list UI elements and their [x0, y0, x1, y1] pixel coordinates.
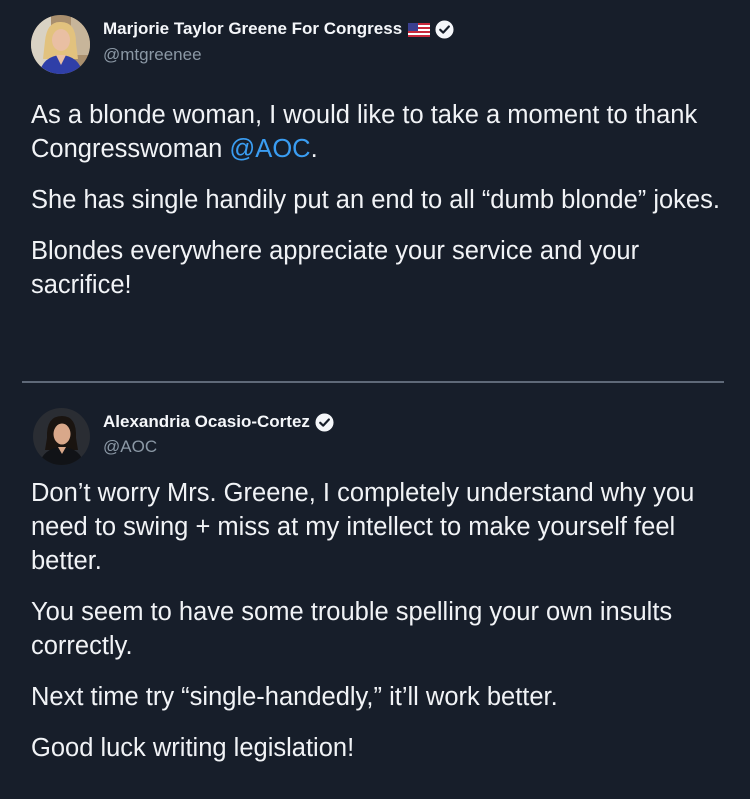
- tweet-body: Don’t worry Mrs. Greene, I completely un…: [31, 476, 721, 782]
- author-handle[interactable]: @AOC: [103, 437, 157, 457]
- author-name[interactable]: Alexandria Ocasio-Cortez: [103, 412, 310, 432]
- tweet-paragraph: Blondes everywhere appreciate your servi…: [31, 237, 640, 299]
- tweet-paragraph: You seem to have some trouble spelling y…: [31, 598, 673, 660]
- tweet-paragraph: Don’t worry Mrs. Greene, I completely un…: [31, 479, 695, 575]
- avatar[interactable]: [33, 408, 90, 465]
- divider: [22, 381, 724, 383]
- author-name[interactable]: Marjorie Taylor Greene For Congress: [103, 19, 402, 39]
- tweet-paragraph: Good luck writing legislation!: [31, 734, 355, 762]
- tweet-body: As a blonde woman, I would like to take …: [31, 98, 721, 319]
- verified-icon: [315, 412, 334, 432]
- tweet-paragraph: Next time try “single-handedly,” it’ll w…: [31, 683, 558, 711]
- us-flag-icon: [408, 22, 431, 37]
- avatar[interactable]: [31, 15, 90, 74]
- avatar-photo: [33, 408, 90, 465]
- author-name-row: Marjorie Taylor Greene For Congress: [103, 19, 454, 39]
- avatar-photo: [31, 15, 90, 74]
- mention-link[interactable]: @AOC: [229, 135, 310, 163]
- tweet-paragraph: She has single handily put an end to all…: [31, 186, 720, 214]
- verified-icon: [435, 19, 454, 39]
- tweet-paragraph: As a blonde woman, I would like to take …: [31, 101, 698, 163]
- author-name-row: Alexandria Ocasio-Cortez: [103, 412, 334, 432]
- author-handle[interactable]: @mtgreenee: [103, 45, 202, 65]
